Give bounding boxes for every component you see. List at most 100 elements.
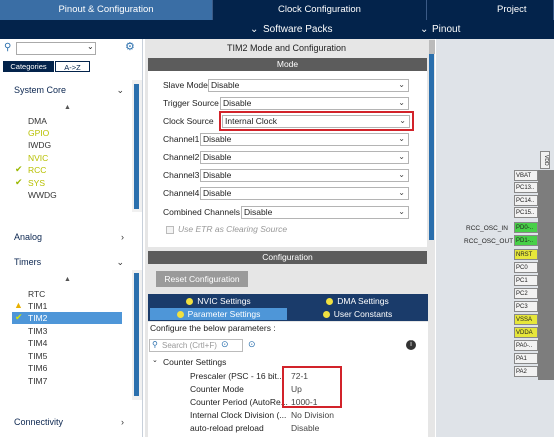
sidebar-item-tim3[interactable]: TIM3 — [28, 325, 47, 337]
pin-pd0[interactable]: PD0-.. — [514, 222, 538, 233]
combined-channels-select[interactable]: Disable ⌄ — [241, 206, 409, 219]
mode-header: Mode — [148, 58, 427, 71]
info-icon[interactable]: i — [406, 340, 416, 350]
chevron-down-icon[interactable]: ⌄ — [152, 356, 158, 364]
pin-pc2[interactable]: PC2 — [514, 288, 538, 299]
sidebar-item-nvic[interactable]: NVIC — [28, 152, 48, 164]
sidebar-item-tim2[interactable]: TIM2 — [28, 312, 47, 324]
channel3-label: Channel3 — [163, 170, 200, 180]
clock-division-value[interactable]: No Division — [291, 409, 334, 421]
tab-pinout-configuration[interactable]: Pinout & Configuration — [0, 0, 213, 20]
chevron-down-icon: ⌄ — [398, 188, 405, 197]
tab-nvic-settings[interactable]: NVIC Settings — [150, 295, 287, 307]
select-value: Disable — [203, 170, 232, 180]
tab-label: DMA Settings — [337, 296, 389, 306]
scroll-up-icon[interactable]: ▲ — [64, 104, 71, 111]
pin-nrst[interactable]: NRST — [514, 249, 538, 260]
pin-pc3[interactable]: PC3 — [514, 301, 538, 312]
pin-pc14[interactable]: PC14.. — [514, 195, 538, 206]
pin-pc13[interactable]: PC13.. — [514, 182, 538, 193]
sidebar-search-input[interactable] — [16, 42, 96, 55]
chevron-down-icon: ⌄ — [398, 80, 405, 89]
configuration-header: Configuration — [148, 251, 427, 264]
status-dot-icon — [326, 298, 334, 305]
tab-clock-configuration[interactable]: Clock Configuration — [213, 0, 427, 20]
az-button[interactable]: A->Z — [55, 61, 90, 72]
select-value: Disable — [203, 152, 232, 162]
trigger-source-select[interactable]: Disable ⌄ — [220, 97, 409, 110]
scrollbar[interactable] — [134, 84, 139, 209]
categories-button[interactable]: Categories — [3, 61, 54, 72]
sidebar-item-rcc[interactable]: RCC — [28, 164, 46, 176]
select-value: Disable — [211, 80, 240, 90]
splitter-handle[interactable] — [429, 40, 435, 54]
gear-icon[interactable]: ⚙ — [125, 40, 135, 53]
pin-pc0[interactable]: PC0 — [514, 262, 538, 273]
chevron-down-icon: ⌄ — [398, 134, 405, 143]
pin-pa1[interactable]: PA1 — [514, 353, 538, 364]
pin-pc15[interactable]: PC15.. — [514, 207, 538, 218]
next-result-icon[interactable]: ⊙ — [248, 339, 256, 350]
sidebar-item-tim1[interactable]: TIM1 — [28, 300, 47, 312]
check-icon: ✔ — [15, 312, 23, 322]
section-analog[interactable]: Analog › — [0, 229, 132, 245]
pin-top[interactable]: VDD — [540, 151, 550, 169]
chevron-down-icon: ⌄ — [250, 24, 259, 35]
counter-period-label: Counter Period (AutoRe... — [190, 397, 288, 407]
sidebar-item-tim5[interactable]: TIM5 — [28, 350, 47, 362]
channel2-label: Channel2 — [163, 152, 200, 162]
status-dot-icon — [186, 298, 194, 305]
pin-label-rcc-osc-out: RCC_OSC_OUT — [464, 238, 514, 245]
tab-parameter-settings[interactable]: Parameter Settings — [150, 308, 287, 320]
channel3-select[interactable]: Disable ⌄ — [200, 169, 409, 182]
sidebar-item-gpio[interactable]: GPIO — [28, 127, 49, 139]
pin-pa0[interactable]: PA0-.. — [514, 340, 538, 351]
scrollbar[interactable] — [429, 44, 434, 240]
sidebar-item-tim6[interactable]: TIM6 — [28, 362, 47, 374]
auto-reload-value[interactable]: Disable — [291, 422, 319, 434]
pin-vdda[interactable]: VDDA — [514, 327, 538, 338]
section-timers[interactable]: Timers ⌄ — [0, 254, 132, 270]
pin-vbat[interactable]: VBAT — [514, 170, 538, 181]
channel2-select[interactable]: Disable ⌄ — [200, 151, 409, 164]
scrollbar[interactable] — [134, 273, 139, 396]
use-etr-checkbox[interactable] — [166, 226, 174, 234]
pin-pc1[interactable]: PC1 — [514, 275, 538, 286]
tab-project-manager[interactable]: Project Manag — [427, 0, 554, 35]
prev-result-icon[interactable]: ⊙ — [221, 339, 229, 350]
tab-dma-settings[interactable]: DMA Settings — [289, 295, 426, 307]
status-dot-icon — [176, 311, 184, 318]
channel4-label: Channel4 — [163, 188, 200, 198]
sidebar-item-dma[interactable]: DMA — [28, 115, 47, 127]
sidebar-item-iwdg[interactable]: IWDG — [28, 139, 51, 151]
counter-settings-group[interactable]: Counter Settings — [163, 357, 226, 367]
sidebar-item-sys[interactable]: SYS — [28, 177, 45, 189]
chevron-down-icon[interactable]: ⌄ — [87, 42, 94, 51]
channel1-select[interactable]: Disable ⌄ — [200, 133, 409, 146]
sidebar-item-tim7[interactable]: TIM7 — [28, 375, 47, 387]
highlight-box — [219, 111, 414, 131]
section-system-core[interactable]: System Core ⌄ — [0, 82, 132, 98]
tab-label: User Constants — [333, 309, 393, 319]
tab-user-constants[interactable]: User Constants — [289, 308, 426, 320]
param-search-input[interactable]: Search (Crtl+F) — [149, 339, 243, 352]
pin-vssa[interactable]: VSSA — [514, 314, 538, 325]
channel4-select[interactable]: Disable ⌄ — [200, 187, 409, 200]
prescaler-label: Prescaler (PSC - 16 bit... — [190, 371, 285, 381]
pin-pd1[interactable]: PD1-.. — [514, 235, 538, 246]
select-value: Disable — [203, 188, 232, 198]
chevron-down-icon: ⌄ — [116, 257, 124, 267]
slave-mode-select[interactable]: Disable ⌄ — [208, 79, 409, 92]
section-connectivity[interactable]: Connectivity › — [0, 414, 132, 430]
auto-reload-label: auto-reload preload — [190, 423, 264, 433]
sidebar-item-rtc[interactable]: RTC — [28, 288, 45, 300]
pinout-menu[interactable]: Pinout — [432, 20, 460, 39]
tab-label: Parameter Settings — [187, 309, 261, 319]
pin-pa2[interactable]: PA2 — [514, 366, 538, 377]
sidebar-item-tim4[interactable]: TIM4 — [28, 337, 47, 349]
section-title: System Core — [14, 85, 67, 95]
software-packs-menu[interactable]: Software Packs — [263, 20, 332, 39]
sidebar-item-wwdg[interactable]: WWDG — [28, 189, 57, 201]
scroll-up-icon[interactable]: ▲ — [64, 276, 71, 283]
reset-configuration-button[interactable]: Reset Configuration — [156, 271, 248, 287]
